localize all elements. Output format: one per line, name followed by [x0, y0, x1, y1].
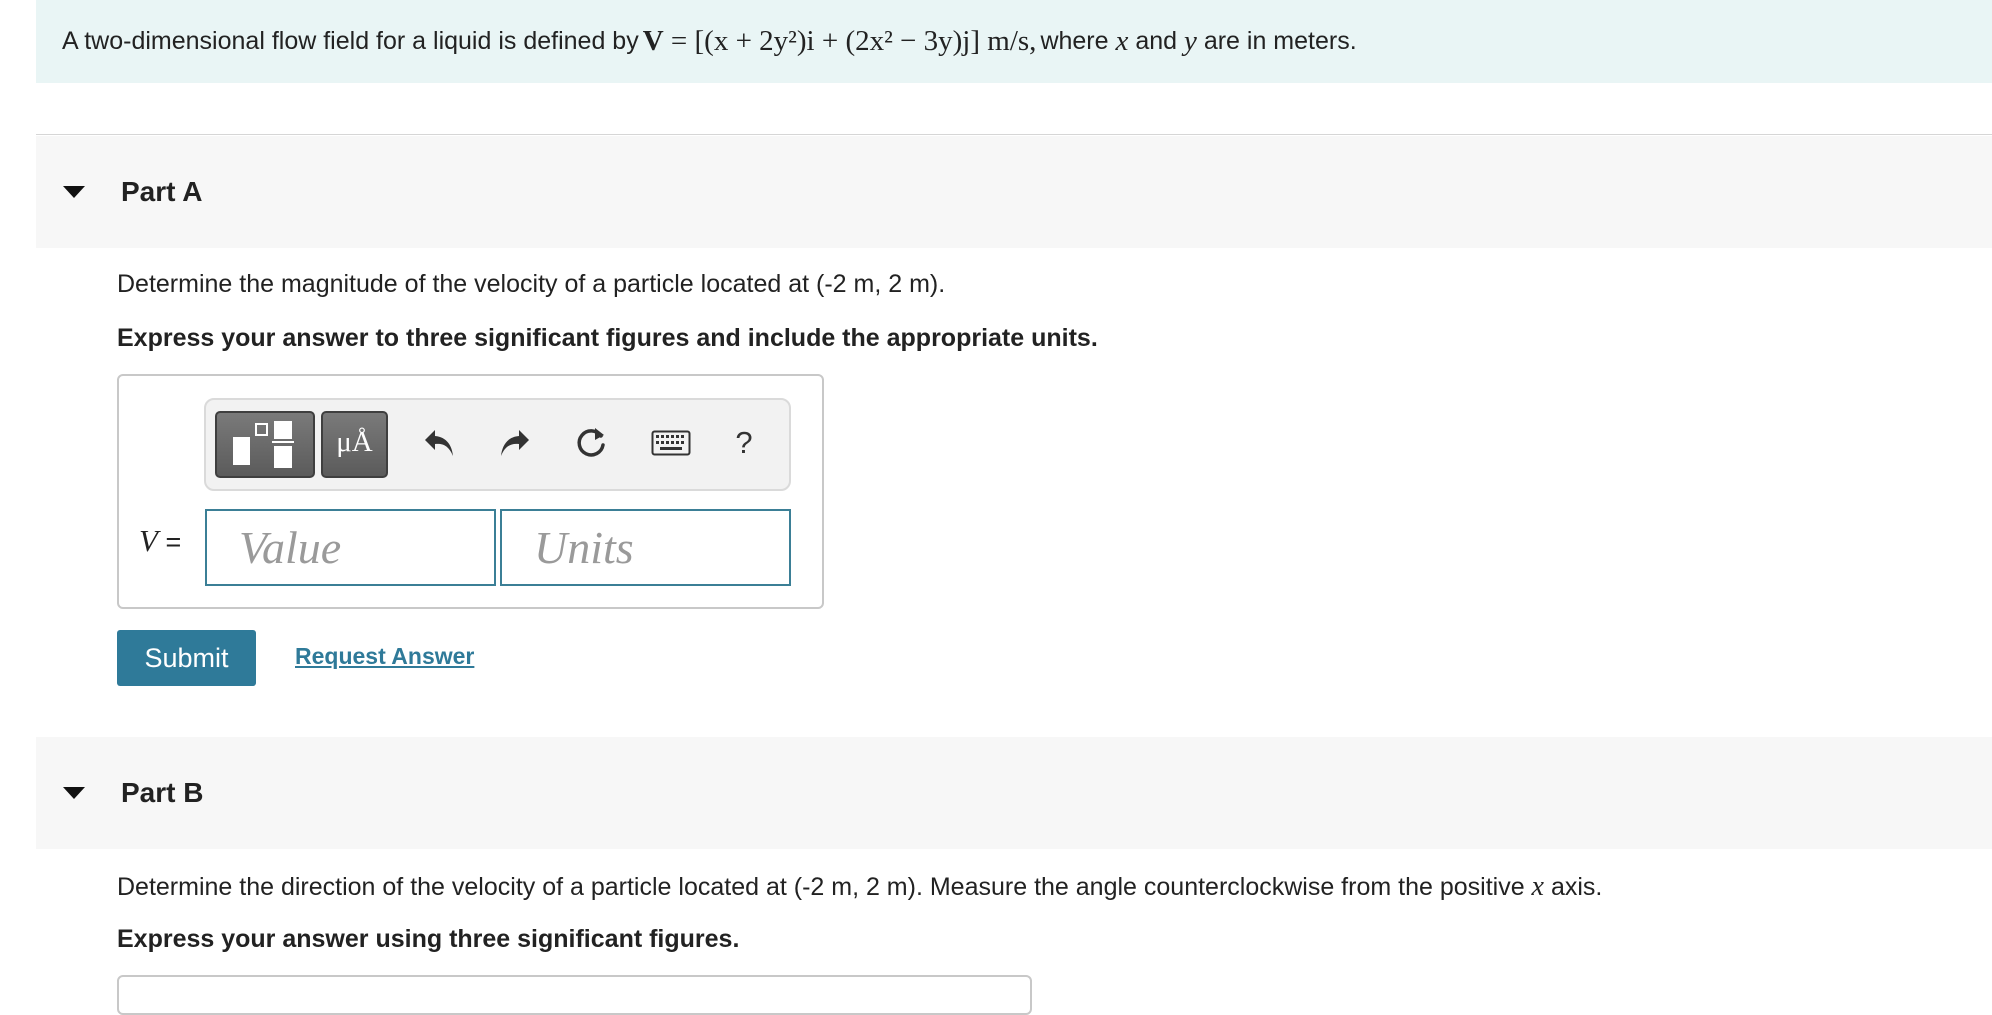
part-a-question: Determine the magnitude of the velocity …: [117, 270, 946, 298]
units-button[interactable]: μÅ: [321, 411, 388, 478]
reset-icon: [577, 428, 605, 457]
template-block-icon: [233, 437, 250, 465]
templates-button[interactable]: [215, 411, 315, 478]
part-a-header[interactable]: Part A: [36, 136, 1992, 248]
section-divider: [36, 134, 1992, 135]
keyboard-button[interactable]: [648, 418, 694, 468]
problem-lead-text: A two-dimensional flow field for a liqui…: [62, 27, 639, 55]
value-input[interactable]: [205, 509, 496, 586]
part-b-header[interactable]: Part B: [36, 737, 1992, 849]
help-button[interactable]: ?: [721, 418, 767, 468]
velocity-equation: V = [(x + 2y²)i + (2x² − 3y)j] m/s,: [643, 25, 1037, 58]
part-b-question-text: Determine the direction of the velocity …: [117, 873, 1525, 901]
keyboard-icon: [651, 430, 691, 456]
equation-rhs: = [(x + 2y²)i + (2x² − 3y)j] m/s,: [670, 25, 1037, 57]
answer-box: μÅ ? V = Value Units: [117, 374, 824, 609]
reset-button[interactable]: [568, 418, 614, 468]
collapse-caret-icon[interactable]: [63, 787, 85, 799]
redo-button[interactable]: [492, 418, 538, 468]
submit-button[interactable]: Submit: [117, 630, 256, 686]
part-b-instruction: Express your answer using three signific…: [117, 925, 740, 953]
problem-mid-text: where: [1040, 27, 1109, 55]
part-b-title: Part B: [121, 777, 204, 808]
math-toolbar: μÅ ?: [204, 398, 791, 491]
part-a-instruction: Express your answer to three significant…: [117, 324, 1098, 352]
redo-icon: [501, 430, 529, 456]
problem-statement: A two-dimensional flow field for a liqui…: [36, 0, 1992, 83]
equation-label: V =: [139, 523, 181, 559]
undo-button[interactable]: [416, 418, 462, 468]
part-a-title: Part A: [121, 176, 203, 207]
part-b-answer-box: [117, 975, 1032, 1015]
units-input[interactable]: [500, 509, 791, 586]
problem-tail-text: are in meters.: [1203, 27, 1357, 55]
equation-vector: V: [642, 25, 664, 57]
units-icon: μÅ: [336, 426, 373, 458]
variable-y: y: [1183, 25, 1197, 57]
equation-variable: V: [139, 523, 158, 558]
undo-icon: [425, 430, 453, 456]
part-b-question: Determine the direction of the velocity …: [117, 871, 1602, 903]
request-answer-link[interactable]: Request Answer: [295, 643, 474, 670]
problem-and-text: and: [1135, 27, 1178, 55]
collapse-caret-icon[interactable]: [63, 186, 85, 198]
part-b-question-tail: axis.: [1550, 873, 1603, 901]
part-b-question-variable: x: [1531, 871, 1544, 902]
equation-equals: =: [165, 527, 182, 557]
variable-x: x: [1115, 25, 1129, 57]
